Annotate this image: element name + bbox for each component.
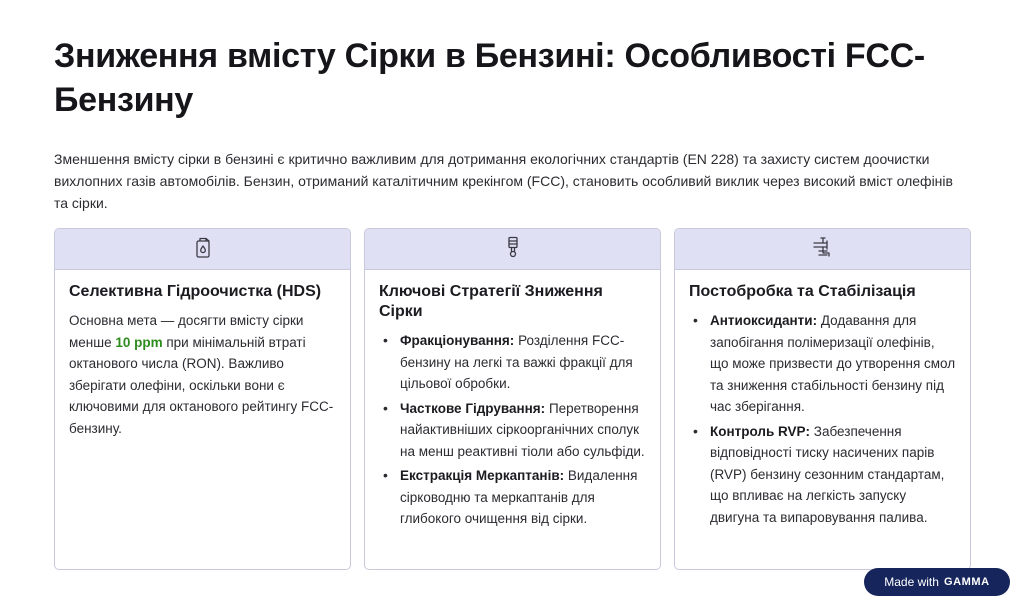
list-item: • Антиоксиданти: Додавання для запобіганн… xyxy=(693,312,956,414)
card-key-strategies: Ключові Стратегії Зниження Сірки • Фракці… xyxy=(364,228,661,570)
strategy-list: • Фракціонування: Розділення FCC-бензину … xyxy=(379,330,646,530)
list-item: • Часткове Гідрування: Перетворення найак… xyxy=(383,399,645,459)
card-header xyxy=(365,229,660,270)
gamma-logo: GAMMA xyxy=(943,576,990,588)
list-item: • Екстракція Меркаптанів: Видалення сірко… xyxy=(383,467,638,526)
pipeline-valve-icon xyxy=(811,235,835,264)
card-selective-hydrotreating: Селективна Гідроочистка (HDS) Основна ме… xyxy=(54,228,351,570)
page-title: Зниження вмісту Сірки в Бензині: Особлив… xyxy=(54,37,925,119)
card-header xyxy=(55,229,350,270)
badge-prefix: Made with xyxy=(884,575,939,589)
card-text: Основна мета — досягти вмісту сірки менш… xyxy=(69,313,334,436)
list-item: • Контроль RVP: Забезпечення відповідност… xyxy=(693,422,945,525)
intro-paragraph: Зменшення вмісту сірки в бензині є крити… xyxy=(54,151,953,211)
card-title: Постобробка та Стабілізація xyxy=(689,283,916,300)
sulfur-target-value: 10 ppm xyxy=(115,334,163,350)
card-title: Ключові Стратегії Зниження Сірки xyxy=(379,283,603,320)
card-header xyxy=(675,229,970,270)
card-post-treatment: Постобробка та Стабілізація • Антиоксидан… xyxy=(674,228,971,570)
post-treatment-list: • Антиоксиданти: Додавання для запобіганн… xyxy=(689,310,956,528)
card-title: Селективна Гідроочистка (HDS) xyxy=(69,283,322,300)
fuel-can-icon xyxy=(191,235,215,264)
made-with-gamma-badge[interactable]: Made with GAMMA xyxy=(864,568,1010,596)
list-item: • Фракціонування: Розділення FCC-бензину … xyxy=(383,332,633,391)
distillation-column-icon xyxy=(501,235,525,264)
